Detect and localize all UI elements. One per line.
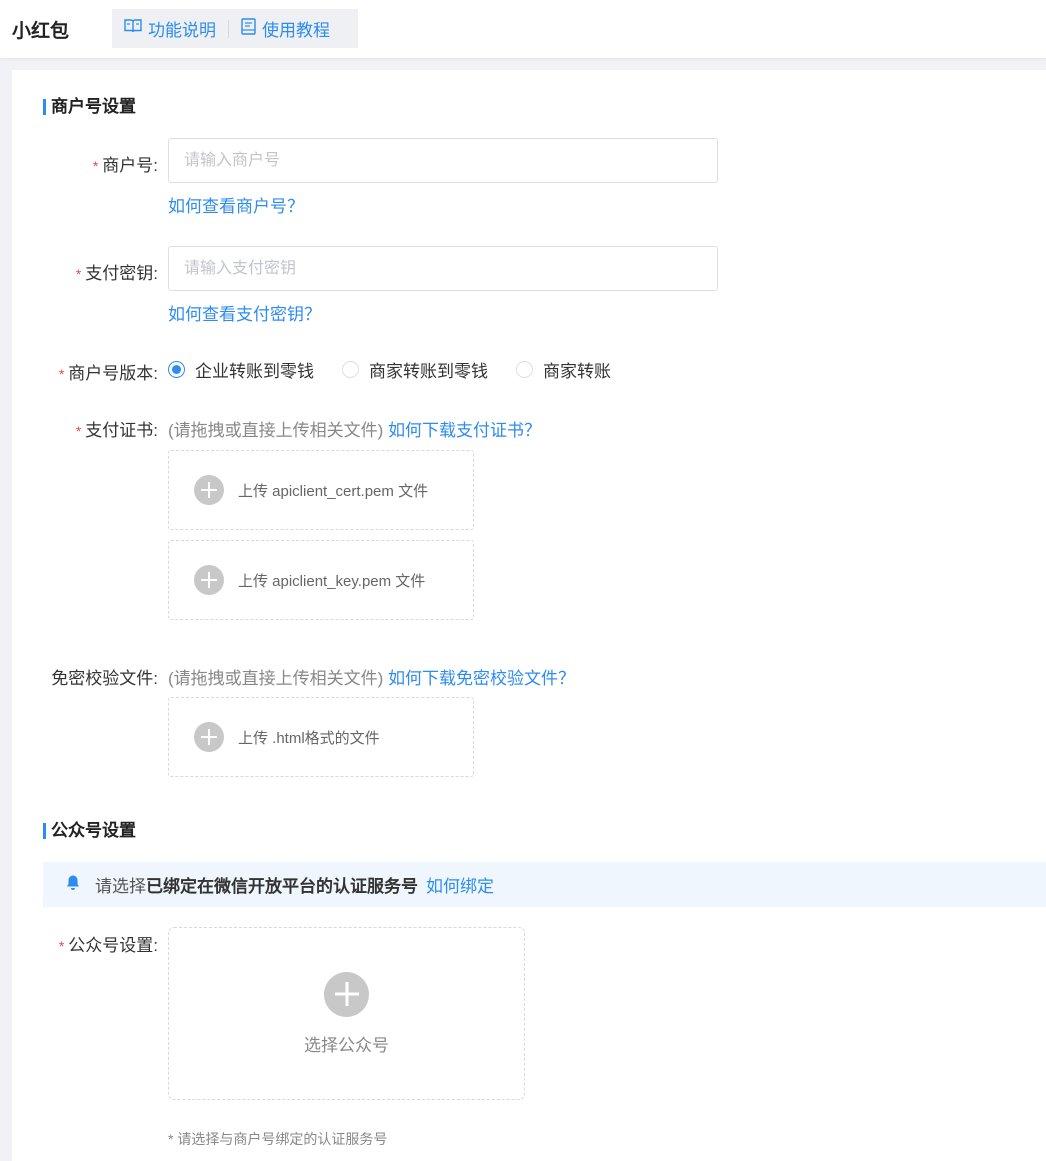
upload-cert-pem-label: 上传 apiclient_cert.pem 文件: [238, 482, 429, 500]
plus-icon: [324, 971, 369, 1017]
bind-help-link[interactable]: 如何绑定: [426, 872, 494, 897]
verify-file-hint: (请拖拽或直接上传相关文件): [168, 669, 384, 688]
top-tabs: 功能说明 使用教程: [112, 9, 358, 48]
bell-icon: [65, 874, 95, 896]
certificate-hint-row: (请拖拽或直接上传相关文件) 如何下载支付证书？: [168, 416, 541, 441]
upload-key-pem[interactable]: 上传 apiclient_key.pem 文件: [168, 540, 474, 620]
certificate-label: * 支付证书:: [75, 421, 158, 440]
merchant-id-label: * 商户号:: [92, 156, 158, 175]
required-marker: *: [58, 938, 65, 954]
notice-bold-text: 已绑定在微信开放平台的认证服务号: [146, 877, 418, 896]
document-icon: [241, 17, 262, 40]
plus-icon: [194, 565, 224, 595]
tab-tutorial-label: 使用教程: [262, 21, 330, 40]
version-radio-group: 企业转账到零钱 商家转账到零钱 商家转账: [168, 357, 639, 382]
merchant-id-input[interactable]: [168, 138, 718, 183]
radio-merchant-transfer-change[interactable]: 商家转账到零钱: [342, 357, 488, 382]
book-open-icon: [124, 18, 148, 39]
version-label: * 商户号版本:: [58, 364, 158, 383]
tab-tutorial[interactable]: 使用教程: [229, 9, 342, 48]
upload-cert-pem[interactable]: 上传 apiclient_cert.pem 文件: [168, 450, 474, 530]
section-title-official-account: 公众号设置: [43, 821, 136, 841]
upload-html-file[interactable]: 上传 .html格式的文件: [168, 697, 474, 777]
settings-panel: 商户号设置 *商户号: 如何查看商户号？ *支付密钥: 如何查看支付密钥？ *商…: [12, 70, 1046, 1161]
official-account-label: * 公众号设置:: [58, 936, 158, 955]
tab-feature-description-label: 功能说明: [148, 21, 216, 40]
tab-feature-description[interactable]: 功能说明: [112, 9, 228, 48]
upload-key-pem-label: 上传 apiclient_key.pem 文件: [238, 572, 426, 590]
required-marker: *: [92, 158, 99, 174]
radio-enterprise-transfer[interactable]: 企业转账到零钱: [168, 357, 314, 382]
select-official-account-button[interactable]: 选择公众号: [168, 927, 525, 1100]
plus-icon: [194, 475, 224, 505]
plus-icon: [194, 722, 224, 752]
verify-file-hint-row: (请拖拽或直接上传相关文件) 如何下载免密校验文件？: [168, 664, 575, 689]
notice-banner: 请选择 已绑定在微信开放平台的认证服务号 如何绑定: [43, 862, 1046, 907]
top-bar: 小红包 功能说明 使用教程: [0, 0, 1046, 58]
pay-key-help-link[interactable]: 如何查看支付密钥？: [168, 300, 321, 325]
pay-key-label: * 支付密钥:: [75, 264, 158, 283]
official-account-footnote: * 请选择与商户号绑定的认证服务号: [168, 1131, 388, 1147]
required-marker: *: [75, 423, 82, 439]
upload-html-file-label: 上传 .html格式的文件: [238, 729, 380, 747]
radio-dot: [168, 361, 185, 378]
select-official-account-label: 选择公众号: [304, 1035, 389, 1055]
notice-prefix: 请选择: [95, 877, 146, 896]
radio-merchant-transfer[interactable]: 商家转账: [516, 357, 611, 382]
verify-file-help-link[interactable]: 如何下载免密校验文件？: [388, 669, 575, 688]
certificate-help-link[interactable]: 如何下载支付证书？: [388, 421, 541, 440]
required-marker: *: [75, 266, 82, 282]
pay-key-input[interactable]: [168, 246, 718, 291]
section-title-merchant: 商户号设置: [43, 97, 136, 117]
radio-dot: [342, 361, 359, 378]
verify-file-label: 免密校验文件:: [51, 669, 158, 688]
merchant-id-help-link[interactable]: 如何查看商户号？: [168, 192, 304, 217]
certificate-hint: (请拖拽或直接上传相关文件): [168, 421, 384, 440]
app-title: 小红包: [12, 21, 70, 42]
radio-dot: [516, 361, 533, 378]
required-marker: *: [58, 366, 65, 382]
